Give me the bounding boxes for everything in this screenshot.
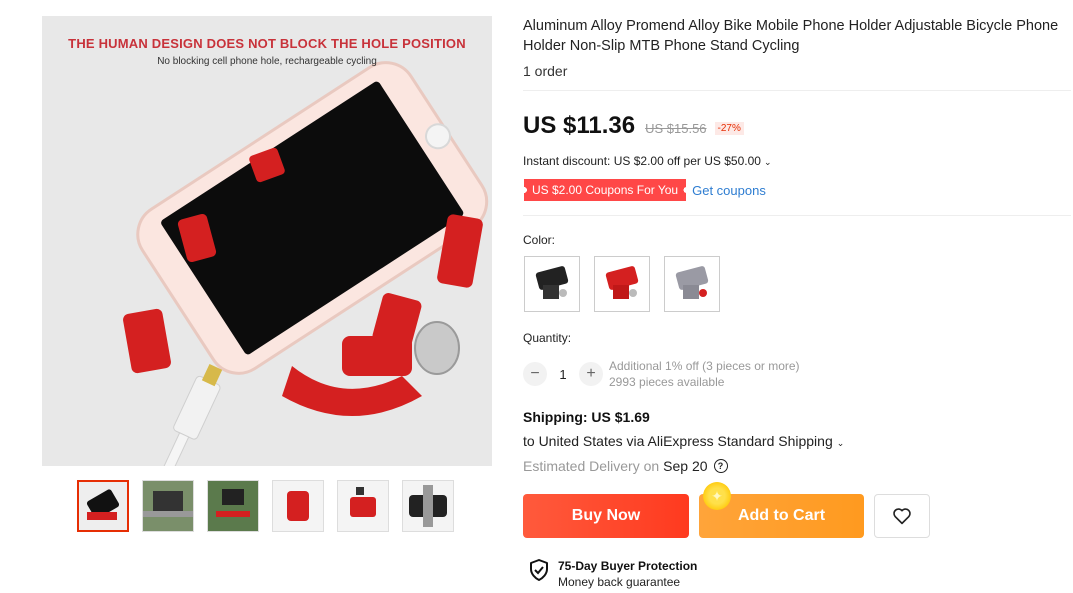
shield-check-icon [530,559,548,581]
chevron-down-icon: ⌄ [836,438,845,448]
heart-icon [893,508,911,525]
wishlist-button[interactable] [874,494,930,538]
current-price: US $11.36 [523,112,636,139]
shipping-price: Shipping: US $1.69 [523,409,650,425]
buyer-protection: 75-Day Buyer Protection Money back guara… [528,558,697,590]
swatch-image [605,266,639,299]
swatch-image [535,266,569,299]
coupon-tag: US $2.00 Coupons For You [524,179,687,201]
color-swatch-red[interactable] [594,256,650,312]
banner-subtitle: No blocking cell phone hole, rechargeabl… [157,56,377,67]
help-icon[interactable]: ? [713,459,728,473]
discount-badge: -27% [714,122,744,135]
main-product-image[interactable]: THE HUMAN DESIGN DOES NOT BLOCK THE HOLE… [42,16,492,466]
estimated-delivery: Estimated Delivery on Sep 20 ? [523,458,728,474]
swatch-image [675,266,709,299]
buy-now-button[interactable]: Buy Now [523,494,689,538]
original-price: US $15.56 [645,121,707,136]
quantity-stepper: − 1 + Additional 1% off (3 pieces or mor… [523,358,800,390]
color-label: Color: [523,233,556,247]
chevron-down-icon: ⌄ [763,157,772,167]
protection-subtitle: Money back guarantee [558,575,681,589]
thumbnail-image [403,481,453,531]
banner-title: THE HUMAN DESIGN DOES NOT BLOCK THE HOLE… [68,36,466,51]
thumbnail-4[interactable] [272,480,324,532]
divider [523,90,1071,91]
sparkle-icon: ✦ [703,482,731,510]
quantity-value[interactable]: 1 [547,367,579,382]
quantity-label: Quantity: [523,331,572,345]
protection-title: 75-Day Buyer Protection [558,559,698,573]
eta-label: Estimated Delivery on [523,458,660,474]
thumbnail-image [143,481,193,531]
thumbnail-2[interactable] [142,480,194,532]
thumbnail-3[interactable] [207,480,259,532]
bulk-discount-text: Additional 1% off (3 pieces or more) [609,359,800,373]
increment-button[interactable]: + [579,362,603,386]
stock-available: 2993 pieces available [609,375,725,389]
thumbnail-image [338,481,388,531]
color-swatch-silver[interactable] [664,256,720,312]
get-coupons-link[interactable]: Get coupons [692,183,766,198]
quantity-info: Additional 1% off (3 pieces or more) 299… [609,358,800,390]
shipping-destination: to United States via AliExpress Standard… [523,433,833,449]
shipping-method[interactable]: to United States via AliExpress Standard… [523,433,844,449]
thumbnail-1[interactable] [77,480,129,532]
thumbnail-image [273,481,323,531]
thumbnail-6[interactable] [402,480,454,532]
instant-discount-text: Instant discount: US $2.00 off per US $5… [523,154,761,168]
thumbnail-5[interactable] [337,480,389,532]
eta-date: Sep 20 [663,458,708,474]
decrement-button[interactable]: − [523,362,547,386]
divider [523,215,1071,216]
product-illustration [123,61,489,466]
instant-discount[interactable]: Instant discount: US $2.00 off per US $5… [523,154,771,168]
thumbnail-image [79,482,127,530]
coupon-row: US $2.00 Coupons For You Get coupons [524,179,766,201]
product-title: Aluminum Alloy Promend Alloy Bike Mobile… [523,18,1059,54]
thumbnail-image [208,481,258,531]
price-row: US $11.36 US $15.56 -27% [523,112,744,140]
order-count: 1 order [523,63,568,79]
color-swatch-black[interactable] [524,256,580,312]
